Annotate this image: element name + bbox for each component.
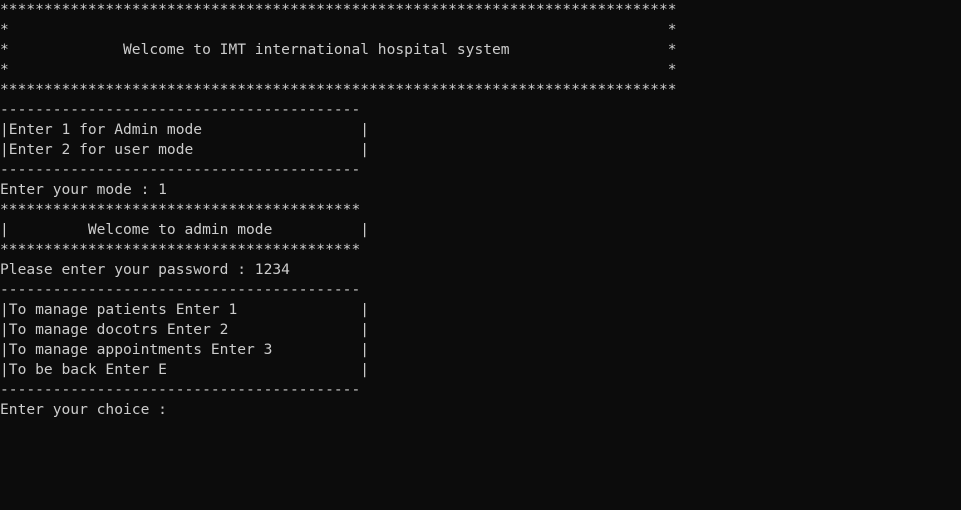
banner-side-line: * *	[0, 61, 677, 78]
banner-side-line: * *	[0, 21, 677, 38]
mode-menu-item-admin: |Enter 1 for Admin mode |	[0, 121, 370, 138]
mode-menu-item-user: |Enter 2 for user mode |	[0, 141, 370, 158]
mode-menu-bottom-divider: ----------------------------------------…	[0, 161, 361, 178]
console-window[interactable]: ****************************************…	[0, 0, 961, 510]
admin-welcome-text: | Welcome to admin mode |	[0, 221, 370, 238]
admin-menu-item-appointments: |To manage appointments Enter 3 |	[0, 341, 370, 358]
admin-menu-item-patients: |To manage patients Enter 1 |	[0, 301, 370, 318]
admin-banner-top: ****************************************…	[0, 201, 361, 218]
admin-banner-bottom: ****************************************…	[0, 241, 361, 258]
banner-border-top: ****************************************…	[0, 1, 677, 18]
admin-menu-item-doctors: |To manage docotrs Enter 2 |	[0, 321, 370, 338]
banner-welcome-text: * Welcome to IMT international hospital …	[0, 41, 677, 58]
admin-menu-item-back: |To be back Enter E |	[0, 361, 370, 378]
choice-prompt-line[interactable]: Enter your choice :	[0, 400, 961, 420]
mode-prompt: Enter your mode : 1	[0, 181, 167, 198]
choice-prompt: Enter your choice :	[0, 401, 176, 418]
banner-border-bottom: ****************************************…	[0, 81, 677, 98]
mode-menu-top-divider: ----------------------------------------…	[0, 101, 361, 118]
admin-menu-bottom-divider: ----------------------------------------…	[0, 381, 361, 398]
admin-menu-top-divider: ----------------------------------------…	[0, 281, 361, 298]
password-prompt: Please enter your password : 1234	[0, 261, 290, 278]
